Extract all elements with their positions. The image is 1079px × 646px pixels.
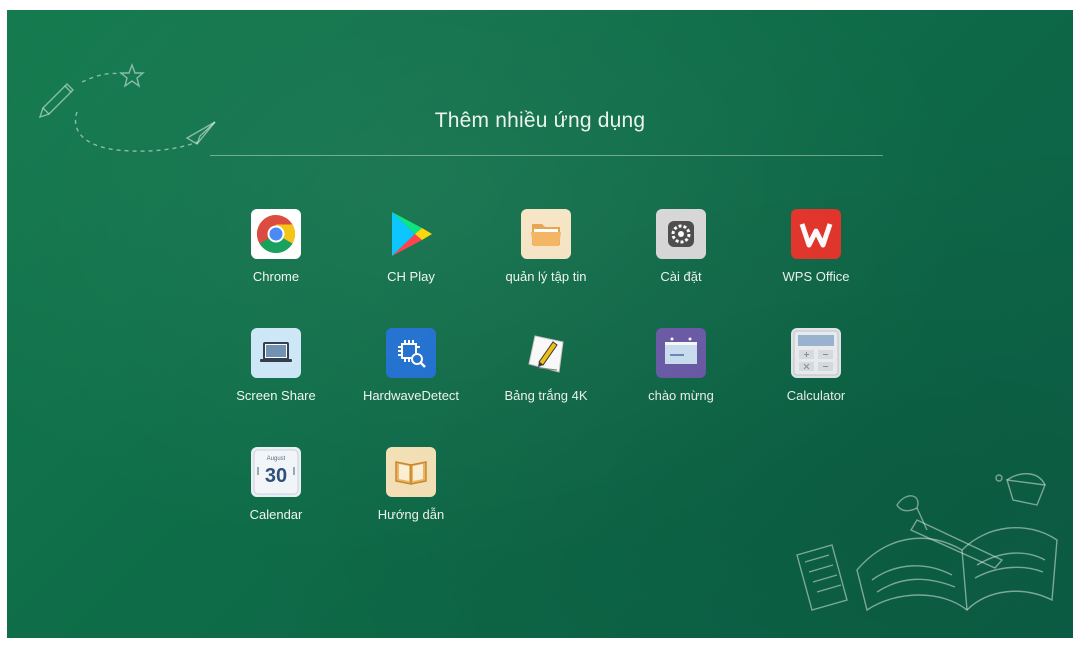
app-label: Calculator: [786, 388, 846, 403]
settings-gear-icon: [656, 209, 706, 259]
title-divider: [210, 155, 883, 156]
app-chrome[interactable]: Chrome: [211, 209, 341, 299]
app-ch-play[interactable]: CH Play: [346, 209, 476, 299]
app-label: quản lý tập tin: [505, 269, 587, 284]
app-label: Cài đặt: [660, 269, 702, 284]
app-screen-share[interactable]: Screen Share: [211, 328, 341, 418]
app-label: Hướng dẫn: [377, 507, 445, 522]
chip-search-icon: [386, 328, 436, 378]
app-file-manager[interactable]: quản lý tập tin: [481, 209, 611, 299]
calendar-icon: August 30: [251, 447, 301, 497]
folder-icon: [521, 209, 571, 259]
desktop-background: Thêm nhiều ứng dụng Chrome CH Play quản …: [7, 10, 1073, 638]
wps-office-icon: [791, 209, 841, 259]
app-label: Screen Share: [236, 388, 316, 403]
calendar-day: 30: [265, 465, 287, 487]
app-guide[interactable]: Hướng dẫn: [346, 447, 476, 537]
app-welcome[interactable]: chào mừng: [616, 328, 746, 418]
app-whiteboard-4k[interactable]: Bảng trắng 4K: [481, 328, 611, 418]
app-hardwavedetect[interactable]: HardwaveDetect: [346, 328, 476, 418]
book-icon: [386, 447, 436, 497]
calculator-icon: [791, 328, 841, 378]
calendar-month: August: [267, 456, 286, 462]
chrome-icon: [251, 209, 301, 259]
welcome-board-icon: [656, 328, 706, 378]
app-label: CH Play: [387, 269, 435, 284]
app-settings[interactable]: Cài đặt: [616, 209, 746, 299]
books-doodle-icon: [796, 473, 1058, 612]
app-calendar[interactable]: August 30 Calendar: [211, 447, 341, 537]
app-calculator[interactable]: Calculator: [751, 328, 881, 418]
app-label: WPS Office: [782, 269, 850, 284]
play-store-icon: [386, 209, 436, 259]
app-label: Calendar: [249, 507, 303, 522]
page-title: Thêm nhiều ứng dụng: [434, 109, 646, 132]
app-wps-office[interactable]: WPS Office: [751, 209, 881, 299]
app-label: chào mừng: [648, 388, 714, 403]
app-label: Bảng trắng 4K: [504, 388, 588, 403]
laptop-icon: [251, 328, 301, 378]
whiteboard-pencil-icon: [521, 328, 571, 378]
app-label: Chrome: [252, 269, 300, 284]
app-label: HardwaveDetect: [362, 388, 460, 403]
